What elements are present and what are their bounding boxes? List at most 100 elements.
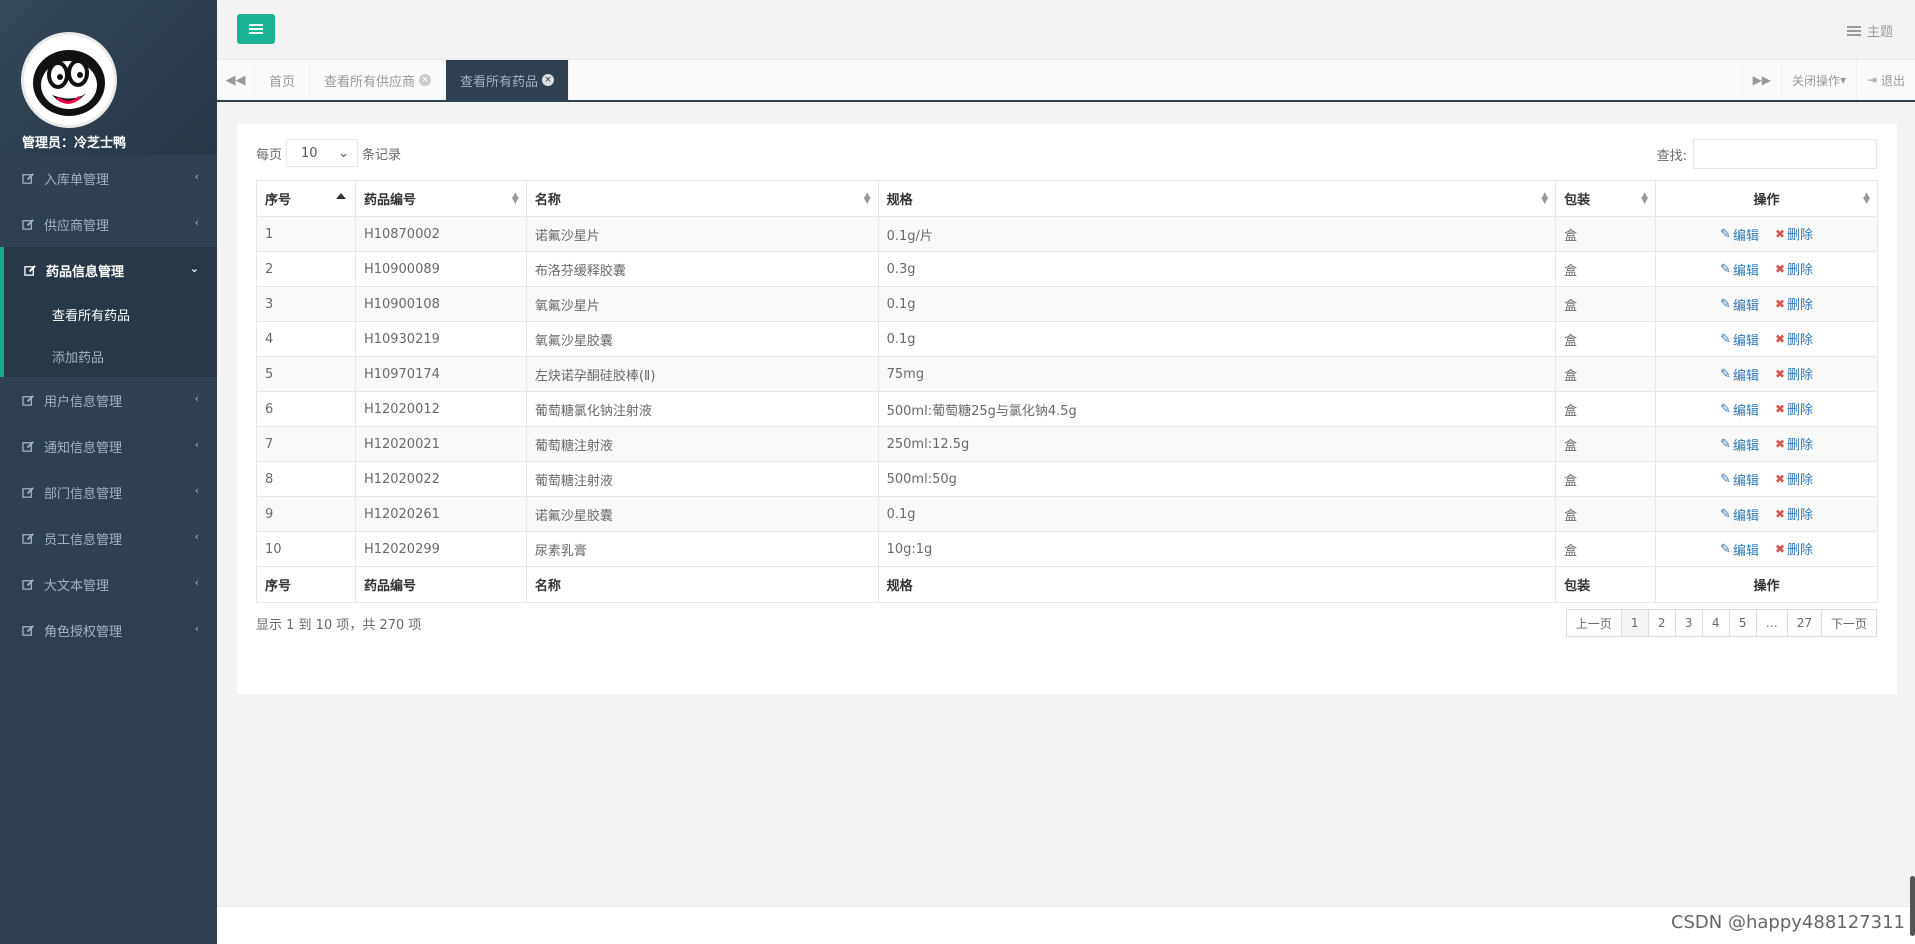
sidebar-item-bigtext[interactable]: 大文本管理 ‹ — [0, 561, 217, 607]
edit-button[interactable]: ✎ 编辑 — [1720, 540, 1759, 559]
close-circle-icon[interactable]: × — [542, 74, 555, 86]
chevron-down-icon: ⌄ — [189, 262, 199, 275]
cell-spec: 10g:1g — [877, 531, 1557, 567]
column-header-code[interactable]: 药品编号 ▲ ▼ — [354, 180, 527, 217]
delete-button[interactable]: ✖ 删除 — [1774, 469, 1814, 489]
delete-button[interactable]: ✖ 删除 — [1775, 504, 1814, 524]
admin-name[interactable]: 管理员：冷芝士鸭 — [22, 132, 126, 151]
sidebar-item-label: 入库单管理 — [44, 172, 110, 188]
page-length-select[interactable]: 10 ⌄ — [286, 139, 359, 167]
edit-label: 编辑 — [1732, 473, 1759, 489]
pencil-icon: ✎ — [1720, 436, 1731, 452]
edit-button[interactable]: ✎ 编辑 — [1720, 295, 1759, 314]
scrollbar[interactable] — [1910, 876, 1915, 936]
cell-no: 6 — [256, 391, 356, 427]
sidebar-item-supplier[interactable]: 供应商管理 ‹ — [0, 201, 217, 247]
prev-page-button[interactable]: 上一页 — [1565, 609, 1622, 637]
edit-button[interactable]: ✎ 编辑 — [1720, 225, 1759, 244]
sidebar-subitem-view-drugs[interactable]: 查看所有药品 — [4, 293, 217, 335]
delete-label: 删除 — [1787, 473, 1814, 489]
page-length-value: 10 — [301, 145, 318, 161]
cell-name: 布洛芬缓释胶囊 — [525, 251, 879, 287]
cell-code: H10900108 — [354, 286, 527, 322]
footer-code: 药品编号 — [354, 566, 527, 603]
column-header-no[interactable]: 序号 — [256, 180, 356, 217]
header-label: 包装 — [1564, 193, 1591, 208]
close-icon: ✖ — [1774, 471, 1786, 486]
page-button[interactable]: 3 — [1674, 609, 1703, 637]
edit-label: 编辑 — [1732, 263, 1759, 279]
page-button[interactable]: 1 — [1620, 609, 1649, 637]
cell-name: 诺氟沙星胶囊 — [525, 496, 879, 532]
page-button[interactable]: 27 — [1786, 609, 1822, 637]
sidebar-item-label: 供应商管理 — [44, 218, 110, 234]
page-button[interactable]: 4 — [1701, 609, 1730, 637]
tabs-scroll-left-button[interactable]: ◀◀ — [217, 60, 255, 100]
column-header-spec[interactable]: 规格 ▲ ▼ — [877, 180, 1557, 217]
tab-home[interactable]: 首页 — [255, 60, 311, 100]
close-icon: ✖ — [1774, 261, 1786, 276]
edit-icon — [24, 264, 40, 277]
delete-button[interactable]: ✖ 删除 — [1775, 294, 1813, 314]
edit-button[interactable]: ✎ 编辑 — [1720, 505, 1759, 524]
table-search: 查找: — [1657, 139, 1877, 169]
per-page-prefix: 每页 — [256, 147, 283, 163]
sidebar-item-drug[interactable]: 药品信息管理 ⌄ — [4, 247, 217, 293]
edit-button[interactable]: ✎ 编辑 — [1720, 260, 1759, 279]
delete-button[interactable]: ✖ 删除 — [1775, 399, 1813, 419]
table-body: 1 H10870002 诺氟沙星片 0.1g/片盒 ✎ 编辑 ✖ 删除 2 H10900089 布洛… — [256, 216, 1878, 567]
sidebar-item-employee[interactable]: 员工信息管理 ‹ — [0, 515, 217, 561]
edit-button[interactable]: ✎ 编辑 — [1720, 330, 1759, 349]
next-page-button[interactable]: 下一页 — [1820, 609, 1877, 637]
menu-toggle-button[interactable] — [237, 14, 275, 44]
delete-button[interactable]: ✖ 删除 — [1775, 434, 1814, 454]
sidebar-group-drug: 药品信息管理 ⌄ 查看所有药品 添加药品 — [0, 247, 217, 377]
edit-button[interactable]: ✎ 编辑 — [1720, 470, 1759, 489]
cell-name: 氧氟沙星胶囊 — [525, 321, 879, 357]
top-navbar: 主题 — [217, 0, 1915, 60]
logout-button[interactable]: ⇥ 退出 — [1856, 60, 1915, 100]
sidebar-item-notice[interactable]: 通知信息管理 ‹ — [0, 423, 217, 469]
delete-button[interactable]: ✖ 删除 — [1775, 329, 1813, 349]
close-circle-icon[interactable]: × — [419, 74, 432, 86]
theme-button[interactable]: 主题 — [1846, 21, 1893, 40]
table-row: 5 H10970174 左炔诺孕酮硅胶棒(Ⅱ) 75mg 盒 ✎ 编辑 ✖ 删除 — [256, 356, 1878, 392]
column-header-ops[interactable]: 操作 ▲ ▼ — [1655, 180, 1878, 217]
sort-icon: ▲ ▼ — [511, 191, 519, 206]
column-header-pack[interactable]: 包装 ▲ ▼ — [1555, 180, 1657, 217]
delete-button[interactable]: ✖ 删除 — [1775, 364, 1814, 384]
sidebar-item-inbound[interactable]: 入库单管理 ‹ — [0, 155, 217, 201]
cell-no: 4 — [256, 321, 356, 357]
edit-button[interactable]: ✎ 编辑 — [1720, 400, 1759, 419]
pencil-icon: ✎ — [1720, 296, 1731, 312]
delete-button[interactable]: ✖ 删除 — [1775, 539, 1813, 559]
page-button[interactable]: 2 — [1647, 609, 1676, 637]
delete-label: 删除 — [1787, 368, 1814, 384]
delete-label: 删除 — [1787, 508, 1814, 524]
cell-ops: ✎ 编辑 ✖ 删除 — [1655, 286, 1878, 322]
table-row: 1 H10870002 诺氟沙星片 0.1g/片盒 ✎ 编辑 ✖ 删除 — [256, 216, 1878, 252]
column-header-name[interactable]: 名称 ▲ ▼ — [525, 180, 879, 217]
page-button[interactable]: 5 — [1728, 609, 1757, 637]
edit-button[interactable]: ✎ 编辑 — [1720, 365, 1759, 384]
tab-view-drugs[interactable]: 查看所有药品 × — [446, 60, 570, 100]
watermark: CSDN @happy488127311 — [1670, 912, 1905, 933]
sidebar-item-department[interactable]: 部门信息管理 ‹ — [0, 469, 217, 515]
avatar[interactable] — [21, 32, 117, 128]
sidebar-item-user[interactable]: 用户信息管理 ‹ — [0, 377, 217, 423]
header-label: 名称 — [534, 193, 561, 208]
search-input[interactable] — [1693, 139, 1877, 169]
delete-button[interactable]: ✖ 删除 — [1775, 224, 1813, 244]
delete-label: 删除 — [1787, 438, 1814, 454]
cell-pack: 盒 — [1555, 391, 1657, 427]
tabs-scroll-right-button[interactable]: ▶▶ — [1741, 60, 1781, 100]
chevron-left-icon: ‹ — [194, 392, 199, 405]
sidebar-subitem-add-drug[interactable]: 添加药品 — [4, 335, 217, 377]
tab-view-suppliers[interactable]: 查看所有供应商 × — [310, 60, 447, 100]
close-operations-dropdown[interactable]: 关闭操作 ▾ — [1781, 60, 1856, 100]
delete-button[interactable]: ✖ 删除 — [1774, 259, 1813, 279]
cell-pack: 盒 — [1555, 286, 1657, 322]
sidebar-item-role[interactable]: 角色授权管理 ‹ — [0, 607, 217, 653]
cell-no: 1 — [256, 216, 356, 252]
edit-button[interactable]: ✎ 编辑 — [1720, 435, 1759, 454]
